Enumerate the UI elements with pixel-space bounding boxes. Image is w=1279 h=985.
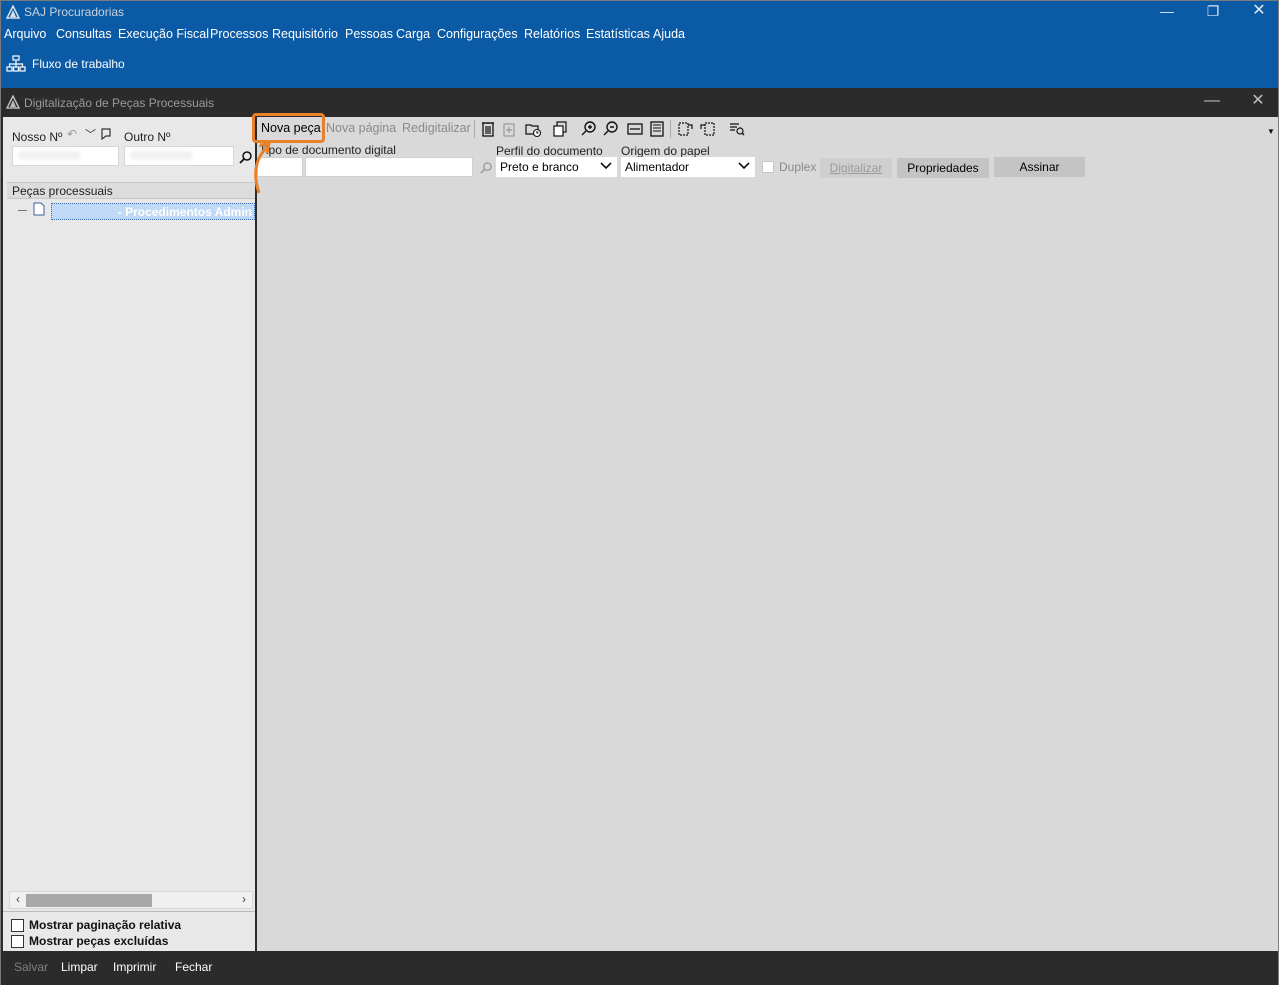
assinar-button[interactable]: Assinar: [994, 157, 1085, 177]
outro-numero-input[interactable]: 0000000000: [124, 146, 234, 166]
propriedades-button[interactable]: Propriedades: [897, 158, 989, 178]
title-bar: SAJ Procuradorias — ❐ ✕: [1, 1, 1278, 23]
scroll-thumb[interactable]: [26, 894, 152, 907]
tree-connector: [18, 210, 27, 211]
document-search-icon[interactable]: [728, 120, 746, 138]
workflow-button[interactable]: Fluxo de trabalho: [6, 55, 125, 73]
scroll-left-icon[interactable]: ‹: [10, 892, 26, 908]
perfil-select[interactable]: Preto e branco: [496, 157, 617, 177]
tree-view: - Procedimentos Admin: [7, 200, 255, 890]
toolbar-overflow-icon[interactable]: ▼: [1267, 127, 1275, 136]
rotate-right-icon[interactable]: [699, 120, 717, 138]
zoom-in-icon[interactable]: [580, 120, 598, 138]
search-icon[interactable]: [480, 161, 493, 174]
scan-window-title: Digitalização de Peças Processuais: [24, 96, 215, 110]
workflow-toolbar: Fluxo de trabalho: [1, 46, 1278, 86]
menu-carga[interactable]: Carga: [396, 27, 430, 41]
paginacao-checkbox[interactable]: Mostrar paginação relativa: [11, 918, 181, 932]
paginacao-label: Mostrar paginação relativa: [29, 918, 182, 932]
saj-logo-icon: [6, 5, 20, 19]
delete-icon[interactable]: [479, 120, 497, 138]
saj-logo-icon: [6, 95, 20, 109]
close-button[interactable]: ✕: [1236, 1, 1279, 23]
perfil-value: Preto e branco: [500, 160, 579, 174]
digitalizar-button[interactable]: Digitalizar: [820, 158, 892, 178]
copy-pages-icon[interactable]: [552, 120, 570, 138]
tree-item[interactable]: - Procedimentos Admin: [51, 203, 255, 220]
menu-relatorios[interactable]: Relatórios: [524, 27, 580, 41]
chevron-down-icon[interactable]: ﹀: [85, 126, 96, 142]
document-icon: [33, 202, 45, 216]
checkbox-box[interactable]: [11, 934, 24, 948]
scan-window: Digitalização de Peças Processuais — ✕ N…: [1, 88, 1278, 985]
duplex-label: Duplex: [779, 160, 817, 174]
inner-close-button[interactable]: ✕: [1238, 92, 1278, 112]
outro-numero-label: Outro Nº: [124, 130, 171, 144]
fit-page-icon[interactable]: [648, 120, 666, 138]
menu-execucao-fiscal[interactable]: Execução Fiscal: [118, 27, 209, 41]
menu-bar: Arquivo Consultas Execução Fiscal Proces…: [1, 24, 1278, 46]
nosso-numero-label: Nosso Nº: [12, 130, 63, 144]
left-panel: Nosso Nº ↶ ﹀ Outro Nº 0000000000 0000000…: [3, 117, 255, 951]
imprimir-button[interactable]: Imprimir: [113, 960, 156, 974]
toolbar-separator: [670, 120, 671, 138]
menu-pessoas[interactable]: Pessoas: [345, 27, 393, 41]
scroll-right-icon[interactable]: ›: [236, 892, 252, 908]
nova-pagina-button[interactable]: Nova página: [326, 121, 396, 135]
tipo-documento-input[interactable]: [305, 157, 473, 177]
duplex-checkbox[interactable]: [762, 161, 774, 173]
horizontal-scrollbar[interactable]: ‹ ›: [9, 891, 253, 909]
menu-estatisticas[interactable]: Estatísticas: [586, 27, 650, 41]
tree-header-label: Peças processuais: [12, 184, 113, 198]
app-window: SAJ Procuradorias — ❐ ✕ Arquivo Consulta…: [0, 0, 1279, 985]
menu-consultas[interactable]: Consultas: [56, 27, 112, 41]
origem-value: Alimentador: [625, 160, 690, 174]
checkbox-box[interactable]: [11, 918, 24, 932]
menu-requisitorio[interactable]: Requisitório: [272, 27, 338, 41]
menu-ajuda[interactable]: Ajuda: [653, 27, 685, 41]
divider: [3, 911, 255, 912]
salvar-button[interactable]: Salvar: [14, 960, 48, 974]
excluidas-label: Mostrar peças excluídas: [29, 934, 169, 948]
perfil-label: Perfil do documento: [496, 144, 603, 158]
inner-minimize-button[interactable]: —: [1192, 92, 1232, 112]
origem-select[interactable]: Alimentador: [621, 157, 755, 177]
minimize-button[interactable]: —: [1144, 1, 1190, 23]
chevron-down-icon: [600, 162, 612, 170]
limpar-button[interactable]: Limpar: [61, 960, 98, 974]
scan-area: Nova peça Nova página Redigitalizar ▼ Ti…: [257, 117, 1278, 951]
tipo-documento-label: Tipo de documento digital: [259, 143, 396, 157]
excluidas-checkbox[interactable]: Mostrar peças excluídas: [11, 934, 168, 948]
chevron-down-icon: [738, 162, 750, 170]
workflow-label: Fluxo de trabalho: [32, 57, 125, 71]
zoom-out-icon[interactable]: [602, 120, 620, 138]
footer-bar: Salvar Limpar Imprimir Fechar: [3, 952, 1278, 984]
tree-item-label: - Procedimentos Admin: [117, 205, 252, 219]
workflow-icon: [6, 55, 26, 72]
menu-arquivo[interactable]: Arquivo: [4, 27, 46, 41]
scan-window-title-bar: Digitalização de Peças Processuais — ✕: [1, 88, 1278, 116]
undo-icon[interactable]: ↶: [67, 127, 77, 141]
add-page-disabled-icon[interactable]: [501, 120, 519, 138]
tree-header: Peças processuais: [7, 182, 255, 199]
rotate-left-icon[interactable]: [676, 120, 694, 138]
nosso-numero-input[interactable]: 0000000000: [12, 146, 119, 166]
app-title: SAJ Procuradorias: [24, 5, 125, 19]
restore-button[interactable]: ❐: [1190, 1, 1236, 23]
menu-configuracoes[interactable]: Configurações: [437, 27, 518, 41]
fechar-button[interactable]: Fechar: [175, 960, 212, 974]
arrow-annotation-icon: [254, 142, 271, 194]
redigitalizar-button[interactable]: Redigitalizar: [402, 121, 471, 135]
fit-width-icon[interactable]: [626, 120, 644, 138]
toolbar-separator: [474, 120, 475, 138]
folder-clock-icon[interactable]: [524, 120, 542, 138]
menu-processos[interactable]: Processos: [210, 27, 268, 41]
bookmark-icon[interactable]: [101, 128, 111, 140]
origem-label: Origem do papel: [621, 144, 710, 158]
